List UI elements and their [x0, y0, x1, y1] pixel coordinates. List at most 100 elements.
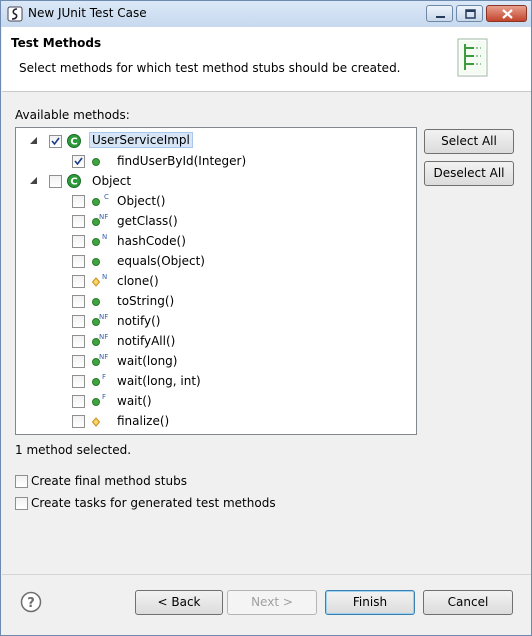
tree-item-label: toString() — [117, 294, 175, 308]
methods-tree[interactable]: C UserServiceImpl findUserById(Integer) … — [15, 127, 417, 435]
checkbox[interactable] — [72, 195, 85, 208]
tree-item-label: equals(Object) — [117, 254, 205, 268]
window-title: New JUnit Test Case — [28, 6, 147, 20]
cancel-button[interactable]: Cancel — [423, 590, 513, 615]
checkbox[interactable] — [72, 375, 85, 388]
footer-separator — [2, 574, 531, 575]
tree-row[interactable]: N hashCode() — [16, 231, 416, 251]
tree-row[interactable]: C Object() — [16, 191, 416, 211]
checkbox[interactable] — [72, 235, 85, 248]
tree-item-label: hashCode() — [117, 234, 186, 248]
checkbox[interactable] — [72, 315, 85, 328]
tree-row[interactable]: NF getClass() — [16, 211, 416, 231]
maximize-button[interactable] — [456, 5, 483, 22]
tree-row[interactable]: F wait(long, int) — [16, 371, 416, 391]
eclipse-app-icon — [7, 6, 23, 22]
checkbox[interactable] — [72, 275, 85, 288]
next-button[interactable]: Next > — [227, 590, 317, 615]
checkbox[interactable] — [72, 415, 85, 428]
minimize-button[interactable] — [426, 5, 453, 22]
checkbox[interactable] — [72, 255, 85, 268]
expanded-arrow-icon[interactable] — [29, 176, 38, 185]
public-method-icon: NF — [92, 333, 108, 346]
tree-row[interactable]: C Object — [16, 171, 416, 191]
checkbox[interactable] — [72, 155, 85, 168]
finish-button[interactable]: Finish — [325, 590, 415, 615]
badge-text: F — [102, 373, 106, 381]
close-button[interactable] — [486, 5, 527, 22]
badge-text: NF — [99, 333, 108, 341]
tree-item-label: clone() — [117, 274, 159, 288]
badge-text: N — [102, 273, 107, 281]
tree-row[interactable]: finalize() — [16, 411, 416, 431]
checkbox[interactable] — [49, 135, 62, 148]
svg-text:?: ? — [27, 596, 35, 611]
tree-row[interactable]: C UserServiceImpl — [16, 131, 416, 151]
public-method-icon: NF — [92, 353, 108, 366]
checkbox[interactable] — [72, 335, 85, 348]
title-bar[interactable]: New JUnit Test Case — [1, 1, 531, 27]
protected-method-icon — [91, 417, 101, 427]
tree-row[interactable]: N clone() — [16, 271, 416, 291]
public-method-icon: NF — [92, 313, 108, 326]
badge-text: NF — [99, 353, 108, 361]
public-method-icon — [92, 258, 100, 266]
tree-item-label: notifyAll() — [117, 334, 176, 348]
minimize-icon — [436, 16, 445, 18]
badge-text: C — [104, 193, 109, 201]
tree-item-label: Object — [92, 174, 132, 188]
tree-item-label: UserServiceImpl — [89, 132, 193, 148]
tree-item-label: findUserById(Integer) — [117, 154, 247, 168]
constructor-icon: C — [92, 193, 109, 206]
tasks-label[interactable]: Create tasks for generated test methods — [31, 496, 276, 510]
public-method-icon: N — [92, 233, 107, 246]
tree-item-label: wait(long, int) — [117, 374, 201, 388]
tree-row[interactable]: equals(Object) — [16, 251, 416, 271]
checkbox[interactable] — [49, 175, 62, 188]
tree-row[interactable]: toString() — [16, 291, 416, 311]
public-method-icon: F — [92, 393, 106, 406]
checkbox[interactable] — [72, 355, 85, 368]
checkmark-icon — [74, 157, 83, 166]
public-method-icon: NF — [92, 213, 108, 226]
badge-text: F — [102, 393, 106, 401]
expanded-arrow-icon[interactable] — [29, 136, 38, 145]
selection-status: 1 method selected. — [15, 443, 132, 457]
wizard-banner: Test Methods Select methods for which te… — [2, 27, 531, 92]
tree-item-label: wait() — [117, 394, 152, 408]
tree-item-label: notify() — [117, 314, 161, 328]
tree-item-label: getClass() — [117, 214, 178, 228]
tree-row[interactable]: NF notifyAll() — [16, 331, 416, 351]
maximize-icon — [465, 9, 476, 19]
class-icon: C — [67, 134, 81, 148]
tree-item-label: finalize() — [117, 414, 170, 428]
checkmark-icon — [51, 137, 60, 146]
select-all-button[interactable]: Select All — [424, 129, 514, 154]
tree-item-label: Object() — [117, 194, 166, 208]
badge-text: NF — [99, 313, 108, 321]
tasks-checkbox[interactable] — [15, 497, 28, 510]
protected-method-icon: N — [91, 273, 107, 287]
final-stubs-label[interactable]: Create final method stubs — [31, 474, 187, 488]
public-method-icon — [92, 158, 100, 166]
checkbox[interactable] — [72, 295, 85, 308]
junit-dialog-window: New JUnit Test Case Test Methods Select … — [0, 0, 532, 636]
tree-row[interactable]: NF notify() — [16, 311, 416, 331]
tree-item-label: wait(long) — [117, 354, 178, 368]
final-stubs-checkbox[interactable] — [15, 475, 28, 488]
page-title: Test Methods — [11, 36, 102, 50]
tree-row[interactable]: NF wait(long) — [16, 351, 416, 371]
back-button[interactable]: < Back — [135, 590, 223, 615]
tree-row[interactable]: findUserById(Integer) — [16, 151, 416, 171]
svg-text:C: C — [70, 137, 77, 148]
deselect-all-button[interactable]: Deselect All — [424, 161, 514, 186]
help-icon[interactable]: ? — [20, 591, 42, 613]
tree-row[interactable]: F wait() — [16, 391, 416, 411]
public-method-icon: F — [92, 373, 106, 386]
badge-text: NF — [99, 213, 108, 221]
junit-wizard-icon — [457, 38, 488, 77]
public-method-icon — [92, 298, 100, 306]
checkbox[interactable] — [72, 395, 85, 408]
checkbox[interactable] — [72, 215, 85, 228]
svg-text:C: C — [70, 177, 77, 188]
